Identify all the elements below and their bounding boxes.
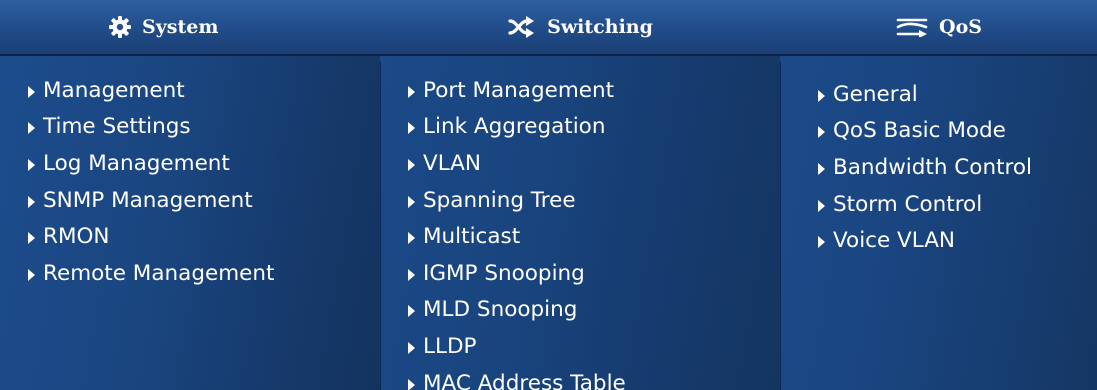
- triangle-bullet-icon: [818, 236, 825, 249]
- triangle-bullet-icon: [28, 122, 35, 135]
- triangle-bullet-icon: [28, 195, 35, 208]
- menu-item-label: Management: [43, 77, 185, 103]
- menu-item-storm-control[interactable]: Storm Control: [818, 186, 1097, 223]
- switching-menu-list: Port Management Link Aggregation VLAN Sp…: [380, 56, 780, 390]
- triangle-bullet-icon: [28, 268, 35, 281]
- menu-item-label: General: [833, 81, 918, 107]
- menu-item-label: Spanning Tree: [423, 187, 576, 213]
- menu-item-label: MAC Address Table: [423, 370, 626, 390]
- triangle-bullet-icon: [408, 341, 415, 354]
- qos-lines-icon: [895, 17, 929, 37]
- system-menu-list: Management Time Settings Log Management …: [0, 56, 380, 292]
- menu-item-label: VLAN: [423, 150, 481, 176]
- menu-item-log-management[interactable]: Log Management: [28, 145, 380, 182]
- menu-item-label: Voice VLAN: [833, 228, 956, 254]
- menu-item-lldp[interactable]: LLDP: [408, 328, 780, 365]
- menu-item-label: RMON: [43, 224, 110, 250]
- menu-item-snmp-management[interactable]: SNMP Management: [28, 182, 380, 219]
- menu-item-mac-address-table[interactable]: MAC Address Table: [408, 365, 780, 390]
- tab-qos-label: QoS: [939, 16, 982, 38]
- menu-item-multicast[interactable]: Multicast: [408, 218, 780, 255]
- tab-system[interactable]: System: [0, 0, 380, 56]
- triangle-bullet-icon: [28, 85, 35, 98]
- triangle-bullet-icon: [408, 85, 415, 98]
- crossing-arrows-icon: [507, 16, 537, 38]
- tab-switching-label: Switching: [547, 16, 653, 38]
- triangle-bullet-icon: [408, 232, 415, 245]
- menu-item-label: IGMP Snooping: [423, 260, 585, 286]
- triangle-bullet-icon: [818, 89, 825, 102]
- menu-item-link-aggregation[interactable]: Link Aggregation: [408, 109, 780, 146]
- triangle-bullet-icon: [408, 378, 415, 390]
- menu-item-label: Port Management: [423, 77, 615, 103]
- menu-item-igmp-snooping[interactable]: IGMP Snooping: [408, 255, 780, 292]
- menu-item-voice-vlan[interactable]: Voice VLAN: [818, 222, 1097, 259]
- menu-item-label: QoS Basic Mode: [833, 118, 1006, 144]
- triangle-bullet-icon: [818, 162, 825, 175]
- menu-item-label: Bandwidth Control: [833, 154, 1033, 180]
- menu-item-label: Time Settings: [43, 114, 191, 140]
- menu-item-management[interactable]: Management: [28, 72, 380, 109]
- menu-item-general[interactable]: General: [818, 76, 1097, 113]
- menu-item-mld-snooping[interactable]: MLD Snooping: [408, 292, 780, 329]
- qos-column: QoS General QoS Basic Mode Bandwidth Con…: [780, 0, 1097, 390]
- triangle-bullet-icon: [408, 268, 415, 281]
- menu-item-bandwidth-control[interactable]: Bandwidth Control: [818, 149, 1097, 186]
- qos-menu-list: General QoS Basic Mode Bandwidth Control…: [780, 56, 1097, 259]
- triangle-bullet-icon: [408, 305, 415, 318]
- triangle-bullet-icon: [408, 122, 415, 135]
- menu-item-label: LLDP: [423, 333, 477, 359]
- triangle-bullet-icon: [28, 232, 35, 245]
- menu-item-qos-basic-mode[interactable]: QoS Basic Mode: [818, 113, 1097, 150]
- menu-item-label: Multicast: [423, 224, 521, 250]
- menu-item-label: SNMP Management: [43, 187, 253, 213]
- tab-system-label: System: [142, 16, 219, 38]
- triangle-bullet-icon: [818, 126, 825, 139]
- menu-item-label: MLD Snooping: [423, 297, 578, 323]
- triangle-bullet-icon: [818, 199, 825, 212]
- triangle-bullet-icon: [28, 158, 35, 171]
- menu-item-remote-management[interactable]: Remote Management: [28, 255, 380, 292]
- menu-item-rmon[interactable]: RMON: [28, 218, 380, 255]
- gear-icon: [108, 15, 132, 39]
- tab-qos[interactable]: QoS: [780, 0, 1097, 56]
- menu-item-port-management[interactable]: Port Management: [408, 72, 780, 109]
- switching-column: Switching Port Management Link Aggregati…: [380, 0, 780, 390]
- menu-item-vlan[interactable]: VLAN: [408, 145, 780, 182]
- triangle-bullet-icon: [408, 158, 415, 171]
- menu-item-label: Link Aggregation: [423, 114, 606, 140]
- menu-item-spanning-tree[interactable]: Spanning Tree: [408, 182, 780, 219]
- menu-item-label: Storm Control: [833, 191, 983, 217]
- menu-item-label: Log Management: [43, 150, 230, 176]
- menu-item-time-settings[interactable]: Time Settings: [28, 109, 380, 146]
- menu-item-label: Remote Management: [43, 260, 275, 286]
- tab-switching[interactable]: Switching: [380, 0, 780, 56]
- triangle-bullet-icon: [408, 195, 415, 208]
- mega-menu: System Management Time Settings Log Mana…: [0, 0, 1097, 390]
- system-column: System Management Time Settings Log Mana…: [0, 0, 380, 390]
